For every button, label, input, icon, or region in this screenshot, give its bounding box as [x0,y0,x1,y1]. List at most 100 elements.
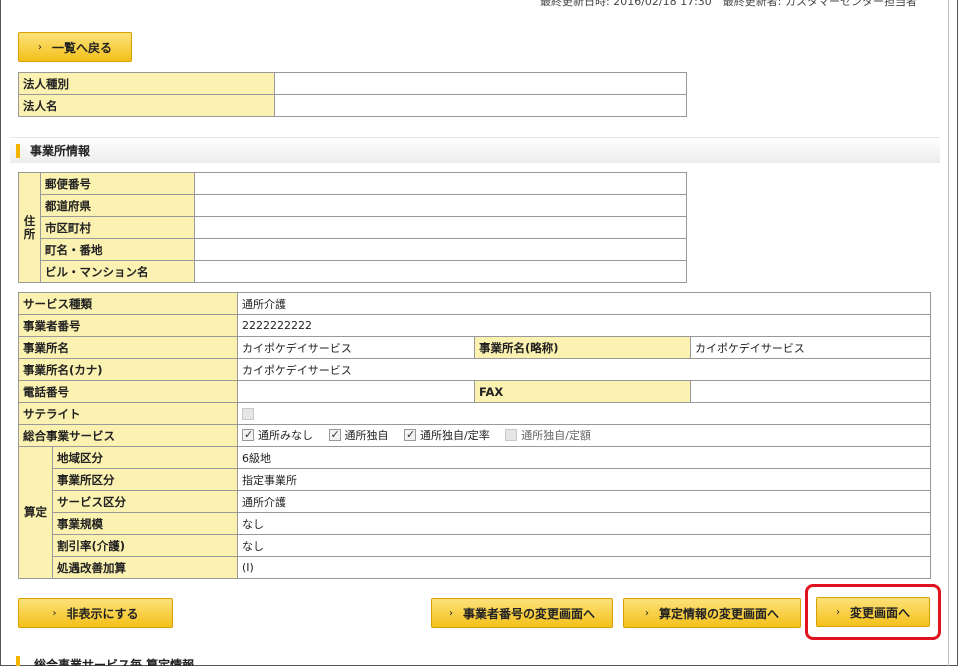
table-row: 総合事業サービス 通所みなし 通所独自 通所独自/定率 通所独自/定額 [18,424,932,447]
table-row: 処遇改善加算 (Ⅰ) [19,556,932,579]
building-label: ビル・マンション名 [40,260,195,283]
integrated-service-calc-section-title: 総合事業サービス毎 算定情報 [34,658,195,666]
integrated-service-label: 総合事業サービス [18,424,238,447]
change-calc-info-label: 算定情報の変更画面へ [658,606,779,621]
office-class-value: 指定事業所 [236,468,932,491]
checkbox-checked-icon[interactable] [242,428,254,441]
table-row: 算定 地域区分 6級地 [18,446,932,579]
table-row: 都道府県 [19,194,687,217]
building-value [194,260,687,283]
table-row: サービス種類 通所介護 [18,292,932,315]
table-row: 住所 郵便番号 [18,172,687,283]
option-tsusho-minashi[interactable]: 通所みなし [242,427,313,443]
business-scale-value: なし [236,512,932,535]
office-kana-value: カイポケデイサービス [236,358,932,381]
satellite-checkbox[interactable] [242,408,254,420]
scroll-divider [948,0,949,666]
table-row: 法人名 [18,94,687,117]
street-label: 町名・番地 [40,238,195,261]
discount-rate-value: なし [236,534,932,557]
change-office-number-label: 事業者番号の変更画面へ [462,606,595,621]
option-label: 通所独自/定率 [420,429,490,442]
chevron-right-icon: › [37,41,42,53]
corp-table: 法人種別 法人名 [18,72,687,117]
office-short-name-value: カイポケデイサービス [689,336,932,359]
fax-value [689,380,932,403]
phone-value [237,380,475,403]
table-row: 事業所名 カイポケデイサービス 事業所名(略称) カイポケデイサービス [18,336,932,359]
prefecture-value [194,194,687,217]
table-row: サテライト [18,402,932,425]
office-number-value: 2222222222 [236,314,932,337]
satellite-value [236,402,932,425]
corp-name-label: 法人名 [18,94,275,117]
street-value [194,238,687,261]
service-type-label: サービス種類 [18,292,238,315]
service-type-value: 通所介護 [236,292,932,315]
section-marker-icon [16,656,20,666]
corp-type-value [274,72,687,95]
postal-code-value [194,172,687,195]
treatment-improvement-value: (Ⅰ) [236,556,932,579]
hide-button-label: 非表示にする [66,606,139,621]
service-class-label: サービス区分 [52,490,238,513]
table-row: 市区町村 [19,216,687,239]
option-tsusho-dokuji-teiritsu[interactable]: 通所独自/定率 [404,427,490,443]
office-number-label: 事業者番号 [18,314,238,337]
integrated-service-options: 通所みなし 通所独自 通所独自/定率 通所独自/定額 [236,424,932,447]
prefecture-label: 都道府県 [40,194,195,217]
satellite-label: サテライト [18,402,238,425]
checkbox-checked-icon[interactable] [404,428,416,441]
table-row: 事業者番号 2222222222 [18,314,932,337]
table-row: 事業規模 なし [19,512,932,535]
chevron-right-icon: › [52,607,57,619]
phone-label: 電話番号 [18,380,238,403]
address-group-label: 住所 [18,172,41,283]
business-scale-label: 事業規模 [52,512,238,535]
office-info-section-header: 事業所情報 [10,137,940,163]
city-value [194,216,687,239]
back-to-list-button[interactable]: › 一覧へ戻る [18,32,132,62]
table-row: サービス区分 通所介護 [19,490,932,513]
checkbox-unchecked-icon[interactable] [505,429,518,441]
table-row: 法人種別 [18,72,687,95]
treatment-improvement-label: 処遇改善加算 [52,556,238,579]
last-updated-info: 最終更新日時: 2016/02/18 17:30 最終更新者: カスタマーセンタ… [540,0,918,8]
service-class-value: 通所介護 [236,490,932,513]
address-table: 住所 郵便番号 都道府県 市区町村 町名・番地 ビル・マンション名 [18,172,687,283]
office-kana-label: 事業所名(カナ) [18,358,238,381]
office-info-title: 事業所情報 [30,144,91,158]
back-to-list-label: 一覧へ戻る [51,40,112,55]
postal-code-label: 郵便番号 [40,172,195,195]
change-calc-info-button[interactable]: › 算定情報の変更画面へ [623,598,801,628]
option-tsusho-dokuji[interactable]: 通所独自 [328,427,389,443]
office-short-name-label: 事業所名(略称) [474,336,691,359]
option-label: 通所独自/定額 [521,429,591,442]
discount-rate-label: 割引率(介護) [52,534,238,557]
office-name-label: 事業所名 [18,336,238,359]
table-row: ビル・マンション名 [19,260,687,283]
calc-group-label: 算定 [18,446,53,579]
option-label: 通所独自 [344,429,389,442]
checkbox-checked-icon[interactable] [328,428,341,441]
region-class-label: 地域区分 [52,446,238,469]
section-marker-icon [16,143,20,158]
table-row: 事業所区分 指定事業所 [19,468,932,491]
service-table: サービス種類 通所介護 事業者番号 2222222222 事業所名 カイポケデイ… [18,292,932,579]
chevron-right-icon: › [448,607,453,619]
corp-name-value [274,94,687,117]
table-row: 事業所名(カナ) カイポケデイサービス [18,358,932,381]
region-class-value: 6級地 [236,446,932,469]
table-row: 割引率(介護) なし [19,534,932,557]
option-tsusho-dokuji-teigaku[interactable]: 通所独自/定額 [505,427,591,443]
change-office-number-button[interactable]: › 事業者番号の変更画面へ [431,598,613,628]
hide-button[interactable]: › 非表示にする [18,598,173,628]
fax-label: FAX [474,380,691,403]
office-class-label: 事業所区分 [52,468,238,491]
office-name-value: カイポケデイサービス [237,336,475,359]
city-label: 市区町村 [40,216,195,239]
annotation-highlight-box [805,584,941,640]
option-label: 通所みなし [258,429,313,442]
table-row: 電話番号 FAX [18,380,932,403]
table-row: 町名・番地 [19,238,687,261]
